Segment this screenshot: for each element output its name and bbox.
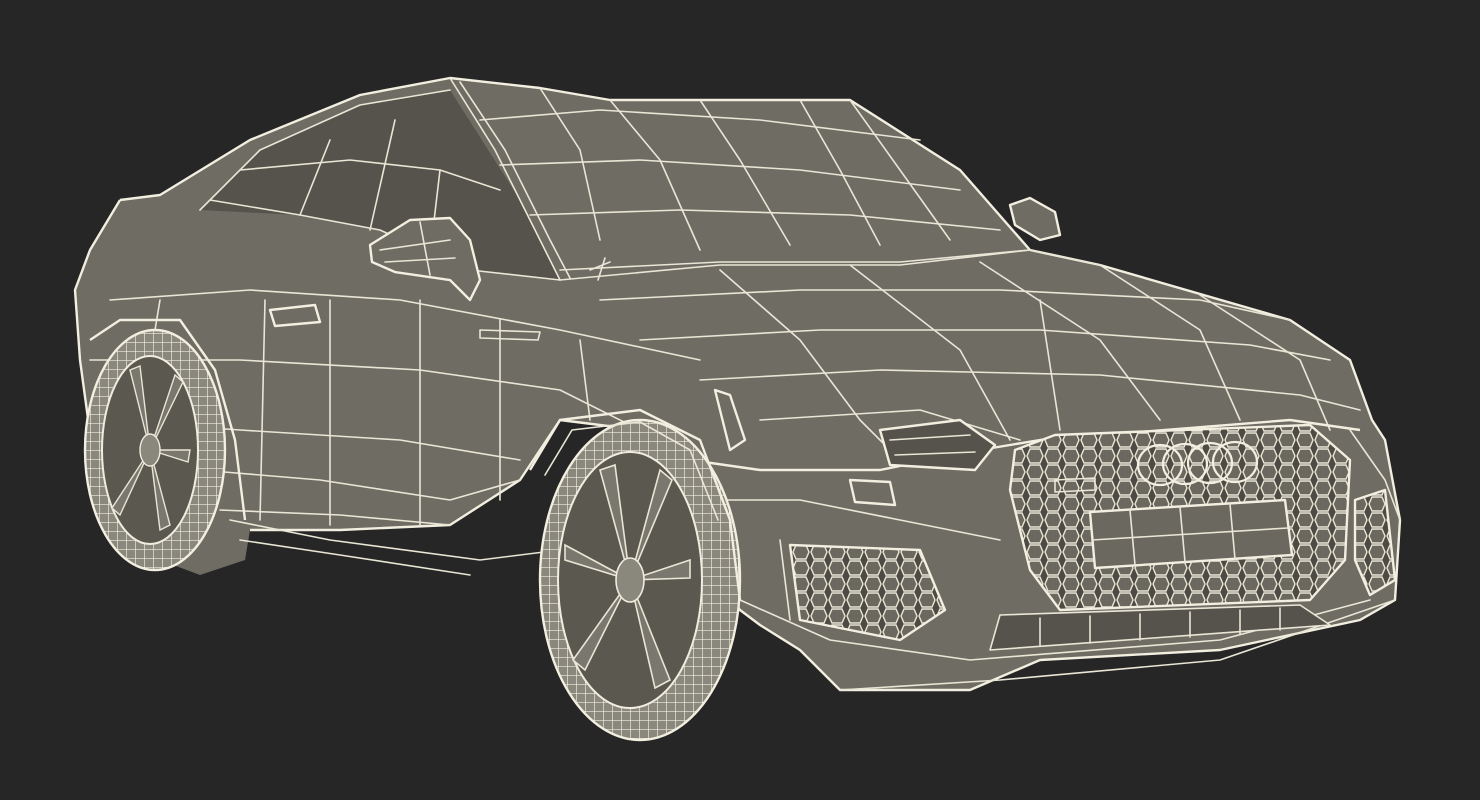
license-plate bbox=[1088, 498, 1294, 570]
render-viewport bbox=[0, 0, 1480, 800]
rear-wheel bbox=[83, 328, 227, 572]
side-mirror-right bbox=[1008, 196, 1062, 242]
car-wireframe bbox=[73, 76, 1402, 742]
